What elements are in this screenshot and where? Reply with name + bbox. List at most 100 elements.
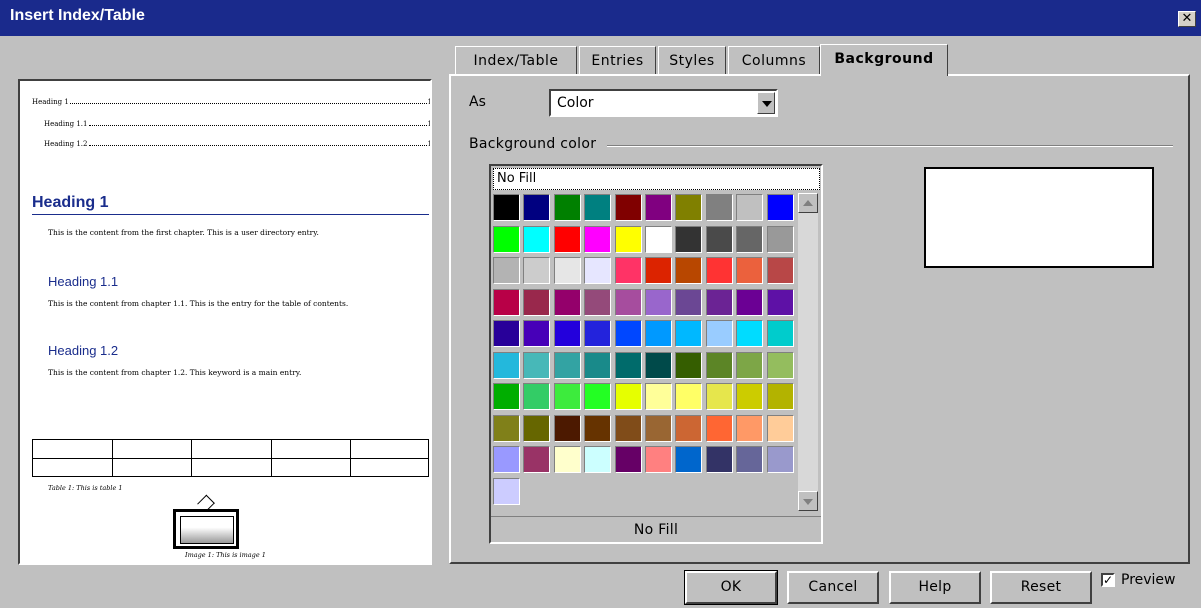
color-swatch[interactable] — [554, 415, 581, 442]
color-swatch[interactable] — [645, 352, 672, 379]
color-swatch[interactable] — [645, 320, 672, 347]
color-swatch[interactable] — [736, 415, 763, 442]
color-swatch[interactable] — [615, 446, 642, 473]
color-swatch[interactable] — [554, 320, 581, 347]
color-swatch[interactable] — [736, 383, 763, 410]
color-swatch[interactable] — [523, 415, 550, 442]
color-swatch[interactable] — [615, 226, 642, 253]
no-fill-option[interactable]: No Fill — [493, 168, 820, 190]
color-swatch[interactable] — [584, 194, 611, 221]
help-button[interactable]: Help — [889, 571, 981, 604]
color-swatch[interactable] — [767, 383, 794, 410]
color-swatch[interactable] — [706, 352, 733, 379]
color-swatch[interactable] — [493, 194, 520, 221]
color-swatch[interactable] — [584, 383, 611, 410]
color-swatch[interactable] — [767, 352, 794, 379]
tab-background[interactable]: Background — [820, 44, 948, 76]
tab-index-table[interactable]: Index/Table — [455, 46, 577, 74]
color-swatch[interactable] — [523, 446, 550, 473]
color-swatch[interactable] — [645, 289, 672, 316]
color-swatch[interactable] — [767, 446, 794, 473]
color-swatch[interactable] — [675, 257, 702, 284]
color-swatch[interactable] — [523, 320, 550, 347]
color-swatch[interactable] — [706, 320, 733, 347]
color-swatch[interactable] — [736, 257, 763, 284]
color-swatch[interactable] — [615, 320, 642, 347]
color-swatch[interactable] — [675, 383, 702, 410]
color-swatch[interactable] — [767, 194, 794, 221]
color-swatch[interactable] — [675, 446, 702, 473]
reset-button[interactable]: Reset — [990, 571, 1092, 604]
color-swatch[interactable] — [615, 289, 642, 316]
color-swatch[interactable] — [493, 478, 520, 505]
color-swatch[interactable] — [493, 226, 520, 253]
scroll-down-icon[interactable] — [798, 491, 818, 511]
color-swatch[interactable] — [736, 226, 763, 253]
color-swatch[interactable] — [493, 415, 520, 442]
color-swatch[interactable] — [584, 446, 611, 473]
color-swatch[interactable] — [493, 446, 520, 473]
color-swatch[interactable] — [675, 289, 702, 316]
color-swatch[interactable] — [554, 226, 581, 253]
color-swatch[interactable] — [615, 194, 642, 221]
color-swatch[interactable] — [675, 320, 702, 347]
as-select[interactable]: Color — [549, 89, 778, 117]
preview-checkbox[interactable]: ✓ — [1101, 573, 1115, 587]
color-swatch[interactable] — [767, 226, 794, 253]
color-swatch[interactable] — [675, 415, 702, 442]
chevron-down-icon[interactable] — [757, 92, 775, 114]
color-swatch[interactable] — [736, 320, 763, 347]
color-swatch[interactable] — [736, 194, 763, 221]
color-swatch[interactable] — [493, 383, 520, 410]
color-swatch[interactable] — [645, 446, 672, 473]
color-swatch[interactable] — [675, 226, 702, 253]
scroll-up-icon[interactable] — [798, 193, 818, 213]
color-swatch[interactable] — [554, 289, 581, 316]
color-swatch[interactable] — [584, 415, 611, 442]
color-swatch[interactable] — [493, 320, 520, 347]
color-swatch[interactable] — [493, 257, 520, 284]
color-swatch[interactable] — [584, 226, 611, 253]
color-swatch[interactable] — [706, 289, 733, 316]
color-swatch[interactable] — [615, 415, 642, 442]
color-swatch[interactable] — [645, 415, 672, 442]
color-swatch[interactable] — [584, 289, 611, 316]
color-swatch[interactable] — [675, 352, 702, 379]
color-swatch[interactable] — [706, 257, 733, 284]
color-swatch[interactable] — [706, 194, 733, 221]
ok-button[interactable]: OK — [684, 570, 778, 605]
palette-scrollbar[interactable] — [798, 193, 818, 511]
color-swatch[interactable] — [706, 383, 733, 410]
color-swatch[interactable] — [554, 383, 581, 410]
cancel-button[interactable]: Cancel — [787, 571, 879, 604]
color-swatch[interactable] — [645, 194, 672, 221]
color-swatch[interactable] — [706, 446, 733, 473]
color-swatch[interactable] — [523, 257, 550, 284]
close-icon[interactable]: ✕ — [1178, 11, 1196, 27]
color-swatch[interactable] — [767, 289, 794, 316]
color-swatch[interactable] — [706, 415, 733, 442]
color-swatch[interactable] — [767, 257, 794, 284]
color-swatch[interactable] — [554, 194, 581, 221]
color-swatch[interactable] — [584, 257, 611, 284]
color-swatch[interactable] — [645, 257, 672, 284]
color-swatch[interactable] — [675, 194, 702, 221]
color-swatch[interactable] — [523, 194, 550, 221]
color-swatch[interactable] — [767, 415, 794, 442]
preview-checkbox-label[interactable]: Preview — [1121, 572, 1176, 588]
color-swatch[interactable] — [584, 352, 611, 379]
color-swatch[interactable] — [706, 226, 733, 253]
tab-columns[interactable]: Columns — [728, 46, 820, 74]
color-swatch[interactable] — [736, 352, 763, 379]
color-swatch[interactable] — [645, 226, 672, 253]
color-swatch[interactable] — [493, 289, 520, 316]
color-swatch[interactable] — [523, 383, 550, 410]
color-swatch[interactable] — [523, 226, 550, 253]
color-swatch[interactable] — [584, 320, 611, 347]
color-swatch[interactable] — [615, 383, 642, 410]
color-swatch[interactable] — [523, 289, 550, 316]
color-swatch[interactable] — [523, 352, 550, 379]
color-swatch[interactable] — [554, 446, 581, 473]
color-swatch[interactable] — [493, 352, 520, 379]
color-swatch[interactable] — [615, 352, 642, 379]
